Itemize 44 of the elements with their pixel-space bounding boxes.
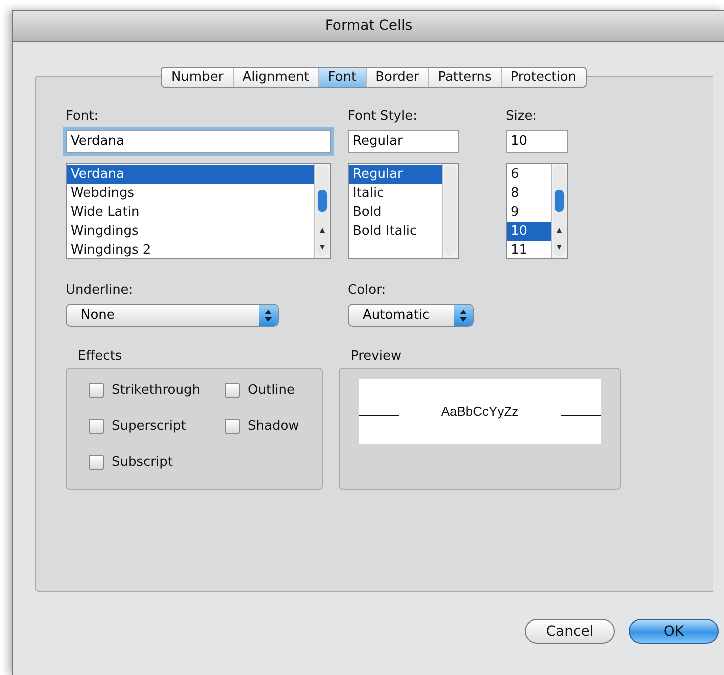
- list-item[interactable]: Wide Latin: [67, 203, 314, 222]
- scrollbar[interactable]: [314, 164, 330, 258]
- list-item[interactable]: Bold Italic: [349, 222, 442, 241]
- field-label: Font Style:: [348, 109, 418, 125]
- list-item[interactable]: 11: [507, 241, 551, 260]
- color-dropdown[interactable]: Automatic: [348, 304, 474, 327]
- input-field[interactable]: Regular: [348, 130, 459, 153]
- field-label: Color:: [348, 283, 388, 299]
- checkbox-option[interactable]: Superscript: [89, 417, 225, 436]
- list-item[interactable]: 9: [507, 203, 551, 222]
- tab[interactable]: Protection: [502, 68, 586, 87]
- list-item[interactable]: Wingdings: [67, 222, 314, 241]
- checkbox-option[interactable]: Subscript: [89, 453, 225, 472]
- list-item[interactable]: 10: [507, 222, 551, 241]
- field-label: Font:: [66, 109, 100, 125]
- ok-button[interactable]: OK: [629, 619, 719, 644]
- group-label: Preview: [351, 349, 403, 364]
- input-field[interactable]: 10: [506, 130, 568, 153]
- checkbox-option[interactable]: Outline: [225, 381, 322, 400]
- field-label: Size:: [506, 109, 538, 125]
- list-item[interactable]: Webdings: [67, 184, 314, 203]
- tab[interactable]: Patterns: [429, 68, 502, 87]
- checkbox-option[interactable]: Shadow: [225, 417, 322, 436]
- stepper-arrows-icon: [460, 310, 467, 322]
- list-item[interactable]: Regular: [349, 165, 442, 184]
- list-item[interactable]: Italic: [349, 184, 442, 203]
- list-item[interactable]: Wingdings 2: [67, 241, 314, 260]
- field-label: Underline:: [66, 283, 134, 299]
- list-item[interactable]: 6: [507, 165, 551, 184]
- tab[interactable]: Font: [319, 68, 367, 87]
- scrollbar[interactable]: [551, 164, 567, 258]
- list-item[interactable]: Bold: [349, 203, 442, 222]
- stepper-arrows-icon: [265, 310, 272, 322]
- window-title: Format Cells: [325, 18, 413, 34]
- checkbox-option[interactable]: Strikethrough: [89, 381, 225, 400]
- scrollbar[interactable]: [442, 164, 458, 258]
- list-item[interactable]: Verdana: [67, 165, 314, 184]
- underline-dropdown[interactable]: None: [66, 304, 279, 327]
- input-field[interactable]: Verdana: [66, 130, 331, 153]
- tab[interactable]: Border: [366, 68, 430, 87]
- cancel-button[interactable]: Cancel: [525, 619, 615, 644]
- group-label: Effects: [78, 349, 124, 364]
- preview-sample: AaBbCcYyZz: [441, 404, 519, 419]
- list-item[interactable]: 8: [507, 184, 551, 203]
